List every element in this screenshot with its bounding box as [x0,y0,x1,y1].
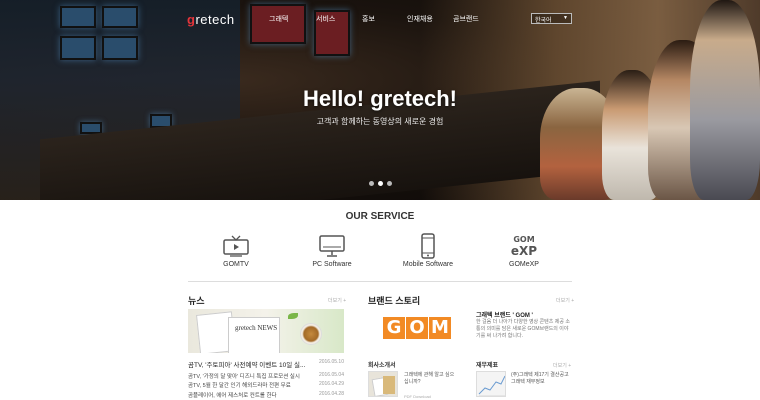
gomexp-glyph-top: GOM [513,235,534,244]
finance-section-title: 재무제표 [476,363,499,369]
slide-dot[interactable] [369,181,374,186]
service-label: GOMeXP [509,261,539,268]
finance-item[interactable]: (주)그래텍 제17기 결산공고 그래텍 재무정보 [511,372,573,386]
service-label: PC Software [312,261,352,268]
gomexp-glyph-bottom: eXP [511,244,537,258]
nav-item-recruit[interactable]: 인재채용 [407,14,433,24]
gom-logo[interactable]: G O M [383,317,451,339]
tv-icon [196,233,276,259]
company-section-title: 회사소개서 [368,363,396,369]
monitor-icon [292,233,372,259]
nav-item-company[interactable]: 그래텍 [269,14,288,24]
news-item[interactable]: 곰TV, '가정의 달 맞아' 디즈니 특집 프로모션 실시 2016.05.0… [188,372,344,380]
news-item-title: 곰TV, 5월 한 달간 인기 해외드라마 전편 무료 [188,383,291,389]
slide-dot-active[interactable] [378,181,383,186]
gom-logo-letter: G [383,317,405,339]
slide-indicators [369,181,392,186]
company-description: 그래텍에 관해 알고 싶으십니까? [404,372,455,385]
service-mobile-software[interactable]: Mobile Software [388,233,468,268]
logo-text: retech [195,12,235,27]
chart-graphic [478,375,505,396]
service-label: Mobile Software [402,261,454,268]
gom-logo-letter: O [406,317,428,339]
hero-title: Hello! gretech! [302,86,458,111]
brand-description: 한 걸음 더 나아가 다양한 영상 콘텐츠 제공 소통의 의미를 담은 새로운 … [476,319,570,339]
nav-item-gom-brand[interactable]: 곰브랜드 [453,14,479,24]
finance-item-subtitle: 그래텍 재무정보 [511,379,545,385]
news-item-title: 곰플레이어, 에어 제스처로 컨트롤 한다 [188,393,277,399]
service-section-title: OUR SERVICE [345,211,415,222]
brand-headline: 그래텍 브랜드 ' GOM ' [476,313,533,319]
monitor-screen [102,36,138,60]
service-label: GOMTV [223,261,249,268]
brand-section-title: 브랜드 스토리 [368,296,421,306]
news-image[interactable]: gretech NEWS [188,309,344,353]
news-section-title: 뉴스 [188,296,205,306]
newspaper-graphic: gretech NEWS [228,317,280,353]
news-item-date: 2016.04.29 [318,381,344,387]
gomexp-icon: GOM eXP [484,233,564,259]
monitor-screen [60,36,96,60]
news-more-link[interactable]: 더보기 + [328,297,346,304]
news-item[interactable]: 곰TV, 5월 한 달간 인기 해외드라마 전편 무료 2016.04.29 [188,381,344,389]
coffee-cup-graphic [300,323,322,345]
service-pc-software[interactable]: PC Software [292,233,372,268]
gretech-logo[interactable]: gretech [187,12,235,27]
finance-item-title: (주)그래텍 제17기 결산공고 [511,372,569,378]
language-select[interactable]: 한국어 ▼ [531,13,572,24]
service-gomtv[interactable]: GOMTV [196,233,276,268]
chevron-down-icon: ▼ [563,15,568,21]
language-value: 한국어 [535,18,552,24]
top-nav: gretech 그래텍 서비스 홍보 인재채용 곰브랜드 한국어 ▼ [0,0,760,38]
smartphone-icon [388,233,468,259]
section-divider [188,281,572,282]
news-item[interactable]: 곰플레이어, 에어 제스처로 컨트롤 한다 2016.04.28 [188,391,344,399]
news-item[interactable]: 곰TV, '주토피아' 사전예약 이벤트 10일 실... 2016.05.10 [188,359,344,369]
company-brochure-image[interactable] [368,371,398,397]
news-image-caption: gretech NEWS [235,324,278,332]
news-item-title: 곰TV, '가정의 달 맞아' 디즈니 특집 프로모션 실시 [188,374,300,380]
hero-subtitle: 고객과 함께하는 동영상의 새로운 경험 [316,117,444,126]
nav-item-pr[interactable]: 홍보 [362,14,375,24]
finance-chart-image[interactable] [476,371,506,397]
gom-logo-letter: M [429,317,451,339]
leaf-graphic [288,313,298,319]
brochure-graphic [383,376,395,394]
slide-dot[interactable] [387,181,392,186]
news-item-date: 2016.04.28 [318,391,344,397]
news-item-date: 2016.05.10 [318,359,344,365]
brand-more-link[interactable]: 더보기 + [556,297,574,304]
news-item-date: 2016.05.04 [318,372,344,378]
nav-item-service[interactable]: 서비스 [316,14,335,24]
news-item-title: 곰TV, '주토피아' 사전예약 이벤트 10일 실... [188,362,306,369]
service-gomexp[interactable]: GOM eXP GOMeXP [484,233,564,268]
pdf-download-link[interactable]: PDF Download [404,394,431,399]
hero-banner: gretech 그래텍 서비스 홍보 인재채용 곰브랜드 한국어 ▼ Hello… [0,0,760,200]
finance-more-link[interactable]: 더보기 + [553,362,571,369]
